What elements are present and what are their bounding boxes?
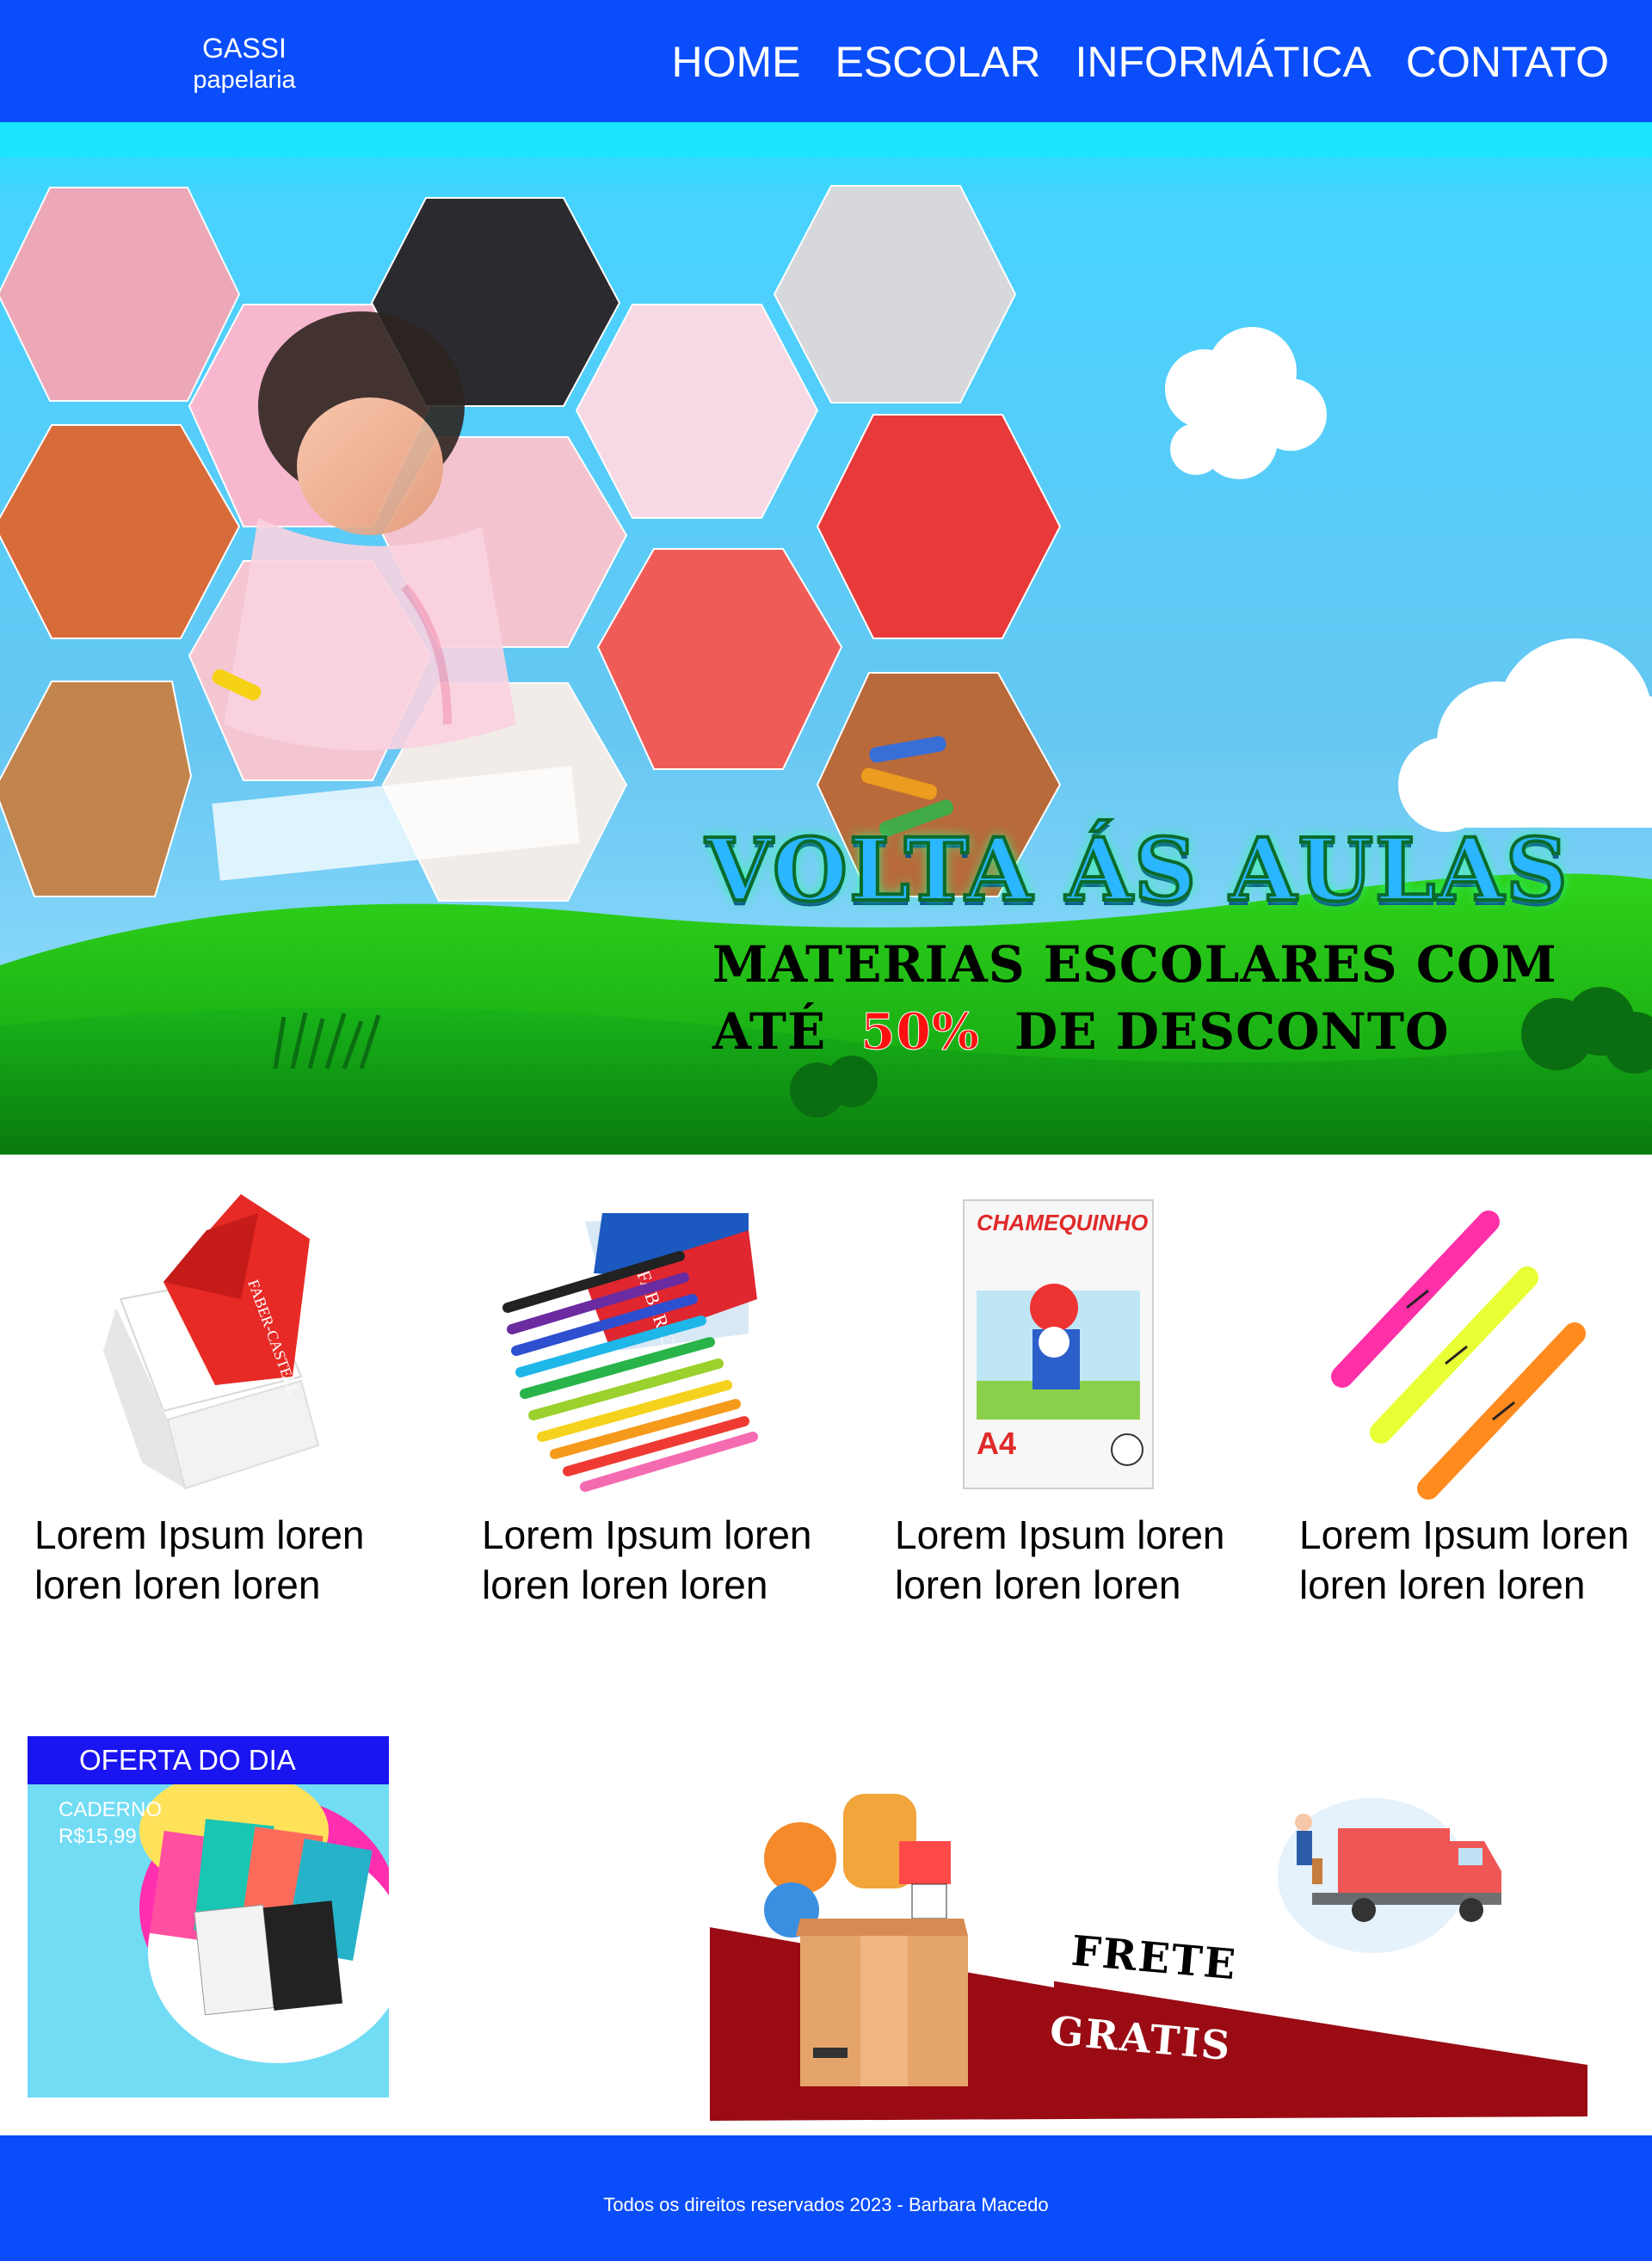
brand-subtitle: papelaria xyxy=(193,66,296,94)
nav-contato[interactable]: CONTATO xyxy=(1406,36,1609,88)
product-description: Lorem Ipsum loren loren loren loren xyxy=(895,1512,1225,1607)
hero-desconto: DE DESCONTO xyxy=(1014,1002,1450,1061)
nav-home[interactable]: HOME xyxy=(671,36,800,88)
nav-informatica[interactable]: INFORMÁTICA xyxy=(1075,36,1371,88)
main-nav: HOME ESCOLAR INFORMÁTICA CONTATO xyxy=(671,36,1609,88)
product-description: Lorem Ipsum loren loren loren loren xyxy=(34,1512,365,1607)
hero-discount-percent: 50% xyxy=(860,1002,981,1062)
svg-text:A4: A4 xyxy=(977,1426,1016,1461)
offer-item: CADERNO R$15,99 xyxy=(59,1796,162,1850)
hero-subtitle-line1: MATERIAS ESCOLARES COM xyxy=(712,935,1557,994)
hero-subtitle: MATERIAS ESCOLARES COM ATÉ 50% DE DESCON… xyxy=(712,931,1557,1065)
offer-item-price: R$15,99 xyxy=(59,1825,137,1848)
hero-ate: ATÉ xyxy=(712,1002,827,1061)
hero-subtitle-line2: ATÉ 50% DE DESCONTO xyxy=(712,998,1557,1065)
brand-logo[interactable]: GASSI papelaria xyxy=(172,31,317,95)
paper-ream-icon: CHAMEQUINHO A4 xyxy=(963,1199,1154,1489)
markers-icon: FABER-CASTELL xyxy=(502,1213,758,1492)
offer-item-name: CADERNO xyxy=(59,1798,163,1821)
eraser-icon: FABER-CASTELL xyxy=(103,1194,320,1490)
nav-escolar[interactable]: ESCOLAR xyxy=(835,36,1040,88)
hero-banner[interactable]: VOLTA ÁS AULAS MATERIAS ESCOLARES COM AT… xyxy=(0,122,1652,1155)
offer-title: OFERTA DO DIA xyxy=(79,1744,296,1776)
product-description: Lorem Ipsum loren loren loren loren xyxy=(482,1512,812,1607)
offer-of-the-day[interactable]: OFERTA DO DIA CADERNO R$15,99 xyxy=(28,1736,389,2098)
copyright-text: Todos os direitos reservados 2023 - Barb… xyxy=(603,2194,1049,2215)
product-grid: FABER-CASTELL Lorem Ipsum loren loren lo… xyxy=(0,1179,1652,1626)
svg-text:CHAMEQUINHO: CHAMEQUINHO xyxy=(977,1210,1148,1235)
hero-title: VOLTA ÁS AULAS xyxy=(704,817,1569,922)
site-header: GASSI papelaria HOME ESCOLAR INFORMÁTICA… xyxy=(0,0,1652,122)
highlighters-icon xyxy=(1331,1211,1586,1500)
free-shipping-banner[interactable]: FRETE GRATIS xyxy=(710,1790,1596,2125)
brand-name: GASSI xyxy=(202,33,287,64)
delivery-truck-icon xyxy=(1278,1798,1501,1953)
notebooks-image xyxy=(139,1771,389,2063)
product-description: Lorem Ipsum loren loren loren loren xyxy=(1299,1512,1630,1607)
site-footer: Todos os direitos reservados 2023 - Barb… xyxy=(0,2135,1652,2261)
